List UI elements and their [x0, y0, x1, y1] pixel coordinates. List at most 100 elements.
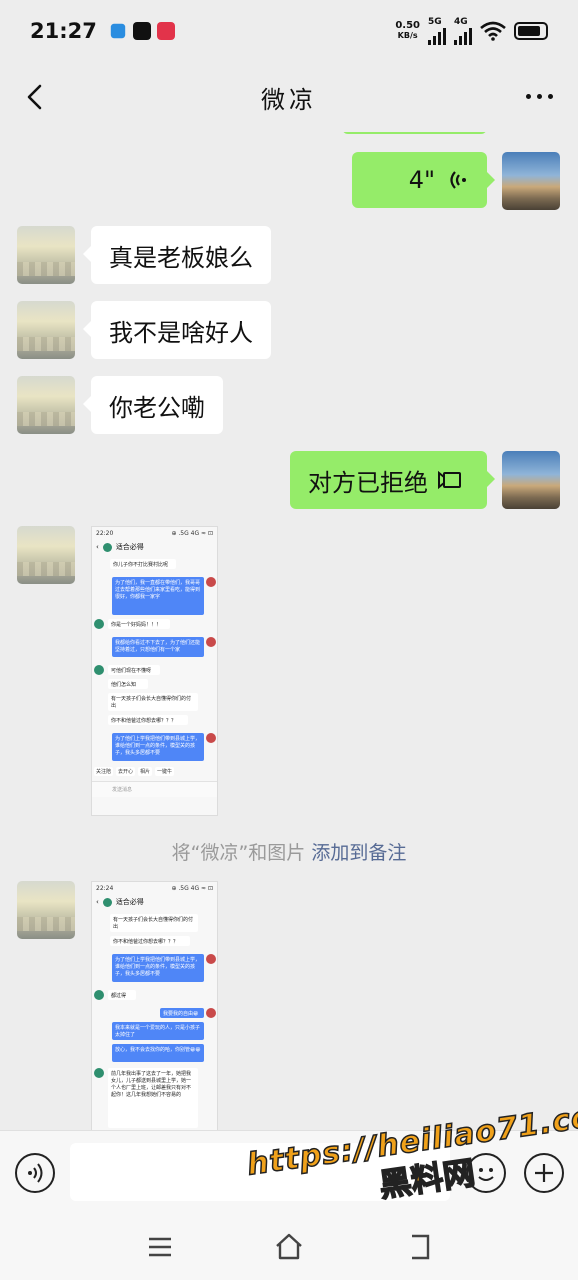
system-note: 将“微凉”和图片 添加到备注 — [0, 838, 578, 865]
thumb-avatar — [206, 637, 216, 647]
signal-5g: 5G — [428, 16, 446, 45]
thumb-msg: 你不和他爸过你想去哪？？？ — [110, 936, 190, 946]
chat-header: 微凉 — [0, 62, 578, 132]
thumb-status: ⊕ .5G 4G ≈ ⊡ — [171, 884, 213, 892]
status-time: 21:27 — [30, 19, 97, 43]
status-app-icons — [109, 22, 175, 40]
thumb-msg: 可他们现在不懂呀 — [108, 665, 160, 675]
thumb-msg: 为了他们上学我把他们带到县城上学，谁给他们到一点的条件，模型关的孩子，我头多居都… — [112, 954, 204, 982]
video-call-icon — [438, 470, 461, 490]
thumb-input: 发送消息 — [92, 781, 217, 797]
tiktok-icon — [132, 22, 151, 40]
message-input[interactable] — [70, 1143, 450, 1201]
wifi-icon — [480, 21, 506, 41]
net-speed: 0.50 KB/s — [395, 21, 420, 41]
thumb-status: ⊕ .5G 4G ≈ ⊡ — [171, 529, 213, 537]
thumb-avatar — [206, 1008, 216, 1018]
thumb-msg: 前几年我出事了这去了一年，她把我女儿，儿子都送到县城里上学，她一个人也厂里上班，… — [108, 1068, 198, 1128]
avatar-contact[interactable] — [17, 301, 75, 359]
battery-icon — [514, 22, 548, 40]
avatar-contact[interactable] — [17, 226, 75, 284]
app-red-icon — [156, 22, 175, 40]
plus-circle-icon[interactable] — [524, 1153, 564, 1193]
voice-wave-icon[interactable] — [15, 1153, 55, 1193]
thumb-status-bar: 22:20 ⊕ .5G 4G ≈ ⊡ — [92, 527, 217, 539]
thumb-status-bar: 22:24 ⊕ .5G 4G ≈ ⊡ — [92, 882, 217, 894]
status-right: 0.50 KB/s 5G 4G — [395, 16, 548, 45]
message-text: 真是老板娘么 — [109, 243, 253, 272]
chevron-left-icon[interactable] — [20, 80, 54, 114]
thumb-msg: 他们怎么知 — [108, 679, 148, 689]
app-notification-icon — [110, 23, 126, 39]
chat-title: 微凉 — [261, 85, 317, 114]
thumb-chip: 关注陪 — [94, 766, 114, 776]
thumb-avatar — [206, 954, 216, 964]
system-note-text: 将“微凉”和图片 — [171, 842, 306, 864]
thumb-avatar — [94, 990, 104, 1000]
thumb-msg: 为了他们，我一直都在带他们，我哥哥过去帮着那些他们来家里看吃，能得到很好，你都我… — [112, 577, 204, 615]
menu-lines-icon[interactable] — [143, 1230, 177, 1264]
voice-message-bubble[interactable]: 4" — [352, 152, 495, 208]
message-input-bar — [0, 1130, 578, 1214]
thumb-chip: 一键牛 — [155, 766, 175, 776]
thumb-avatar — [94, 619, 104, 629]
thumb-avatar — [206, 577, 216, 587]
chat-area[interactable]: 4" 真是老板娘么 我不是啥好人 你老公嘞 对方已拒绝 22:20 ⊕ .5G … — [0, 132, 578, 1130]
thumb-avatar — [206, 733, 216, 743]
emoji-icon[interactable] — [466, 1153, 506, 1193]
message-bubble[interactable]: 我不是啥好人 — [83, 301, 271, 359]
avatar-contact[interactable] — [17, 526, 75, 584]
battery-fill — [518, 26, 541, 36]
thumb-avatar — [94, 1068, 104, 1078]
thumb-avatar — [94, 665, 104, 675]
thumb-msg: 你儿子你不打比赛村比呢 — [110, 559, 176, 569]
partial-prev-bubble — [342, 132, 487, 134]
thumb-msg: 放心，我不会去找你的哈，你别管😁😁 — [112, 1044, 204, 1062]
message-text: 你老公嘞 — [109, 393, 205, 422]
avatar-self[interactable] — [502, 152, 560, 210]
status-bar: 21:27 0.50 KB/s 5G 4G — [0, 0, 578, 62]
net-speed-value: 0.50 — [395, 20, 420, 31]
thumb-msg: 都过得 — [108, 990, 136, 1000]
message-text: 我不是啥好人 — [109, 318, 253, 347]
thumb-header: ‹ 适合必得 — [96, 897, 144, 907]
thumb-header: ‹ 适合必得 — [96, 542, 144, 552]
signal-bars-icon — [454, 27, 472, 45]
thumb-msg: 有一天孩子们会长大自懂得你们的付出 — [108, 693, 198, 711]
thumb-msg: 你不和他爸过你想去哪？？？ — [108, 715, 188, 725]
voice-playing-icon — [450, 171, 466, 189]
message-bubble[interactable]: 你老公嘞 — [83, 376, 223, 434]
thumb-chip: 相片 — [138, 766, 153, 776]
image-message-screenshot-1[interactable]: 22:20 ⊕ .5G 4G ≈ ⊡ ‹ 适合必得 你儿子你不打比赛村比呢 为了… — [91, 526, 218, 816]
thumb-chips: 关注陪 去开心 相片 一键牛 — [94, 765, 215, 777]
thumb-title: 适合必得 — [115, 898, 144, 906]
thumb-msg: 我本来就是一个爱玩的人，只是小孩子太掉住了 — [112, 1022, 204, 1040]
avatar-contact[interactable] — [17, 881, 75, 939]
thumb-msg: 我要我的自由😁 — [160, 1008, 204, 1018]
system-navigation-bar — [0, 1214, 578, 1280]
add-to-remark-link[interactable]: 添加到备注 — [311, 842, 406, 864]
thumb-title: 适合必得 — [115, 543, 144, 551]
home-icon[interactable] — [272, 1230, 306, 1264]
back-nav-icon[interactable] — [402, 1230, 436, 1264]
thumb-msg: 为了他们上学我把他们带到县城上学，谁给他们到一点的条件，模型关的孩子，我头多居都… — [112, 733, 204, 761]
signal-5g-label: 5G — [428, 16, 442, 27]
signal-4g: 4G — [454, 16, 472, 45]
voice-duration: 4" — [408, 166, 435, 194]
message-bubble[interactable]: 真是老板娘么 — [83, 226, 271, 284]
net-speed-unit: KB/s — [397, 31, 418, 40]
thumb-time: 22:24 — [96, 884, 114, 892]
signal-bars-icon — [428, 27, 446, 45]
signal-4g-label: 4G — [454, 16, 468, 27]
call-refused-bubble[interactable]: 对方已拒绝 — [290, 451, 495, 509]
avatar-self[interactable] — [502, 451, 560, 509]
image-message-screenshot-2[interactable]: 22:24 ⊕ .5G 4G ≈ ⊡ ‹ 适合必得 有一天孩子们会长大自懂得你们… — [91, 881, 218, 1130]
thumb-msg: 我都给你看过不下去了，为了他们还能坚持着过，只想他们有一个家 — [112, 637, 204, 657]
avatar-contact[interactable] — [17, 376, 75, 434]
thumb-chip: 去开心 — [116, 766, 136, 776]
thumb-msg: 你是一个好妈妈！！！ — [108, 619, 170, 629]
thumb-msg: 有一天孩子们会长大自懂得你们的付出 — [110, 914, 198, 932]
more-dots-icon[interactable] — [522, 84, 556, 108]
thumb-time: 22:20 — [96, 529, 114, 537]
call-refused-text: 对方已拒绝 — [308, 468, 428, 497]
